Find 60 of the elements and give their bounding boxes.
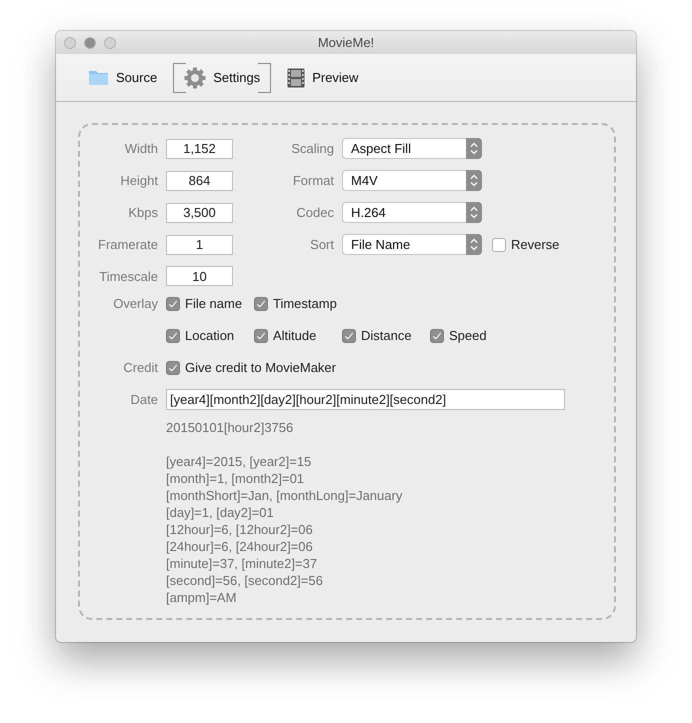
- popup-label: Codec: [295, 205, 334, 220]
- checkbox-label: Timestamp: [273, 296, 337, 311]
- minimize-button[interactable]: [84, 37, 96, 49]
- popup-label: Scaling: [290, 141, 334, 156]
- popup-button[interactable]: H.264: [342, 202, 482, 223]
- checkbox-label: Give credit to MovieMaker: [185, 360, 336, 375]
- number-field[interactable]: 1,152: [166, 138, 233, 158]
- date-label: Date: [130, 392, 158, 407]
- checkbox[interactable]: [342, 328, 356, 342]
- toolbar-tab[interactable]: Source: [78, 62, 168, 92]
- token-legend-line: [minute]=37, [minute2]=37: [166, 555, 318, 572]
- token-legend-line: [24hour]=6, [24hour2]=06: [166, 538, 314, 555]
- popup-label: Format: [292, 173, 334, 188]
- film-icon: [287, 68, 306, 88]
- credit-label: Credit: [122, 360, 158, 375]
- number-field[interactable]: 10: [166, 266, 233, 286]
- stepper-icon: [466, 202, 482, 223]
- stepper-icon: [466, 170, 482, 191]
- number-field[interactable]: 1: [166, 234, 233, 254]
- overlay-label: Overlay: [112, 296, 158, 311]
- checkbox[interactable]: [492, 238, 506, 252]
- token-legend-line: [day]=1, [day2]=01: [166, 504, 275, 521]
- popup-button[interactable]: M4V: [342, 170, 482, 191]
- checkbox[interactable]: [166, 328, 180, 342]
- date-format-field[interactable]: [year4][month2][day2][hour2][minute2][second2]: [166, 389, 565, 410]
- toolbar-tab[interactable]: Settings: [173, 62, 272, 92]
- checkbox[interactable]: [166, 296, 180, 310]
- checkbox-label: File name: [185, 296, 242, 311]
- date-preview: 20150101[hour2]3756: [166, 419, 294, 436]
- token-legend-line: [second]=56, [second2]=56: [166, 572, 324, 589]
- token-legend-line: [month]=1, [month2]=01: [166, 470, 306, 487]
- checkbox[interactable]: [254, 296, 268, 310]
- stepper-icon: [466, 234, 482, 255]
- token-legend-line: [year4]=2015, [year2]=15: [166, 453, 312, 470]
- field-label: Width: [124, 141, 158, 156]
- checkbox-label: Location: [185, 328, 234, 343]
- token-legend-line: [ampm]=AM: [166, 589, 238, 606]
- token-legend-line: [monthShort]=Jan, [monthLong]=January: [166, 487, 404, 504]
- toolbar-tab[interactable]: Preview: [277, 62, 368, 92]
- checkbox-label: Altitude: [273, 328, 316, 343]
- checkbox[interactable]: [166, 360, 180, 374]
- popup-button[interactable]: Aspect Fill: [342, 138, 482, 159]
- checkbox-label: Distance: [361, 328, 412, 343]
- folder-icon: [88, 69, 109, 86]
- token-legend-line: [12hour]=6, [12hour2]=06: [166, 521, 314, 538]
- popup-label: Sort: [309, 237, 334, 252]
- field-label: Framerate: [97, 237, 158, 252]
- gear-icon: [184, 66, 206, 88]
- popup-button[interactable]: File Name: [342, 234, 482, 255]
- checkbox-label: Speed: [449, 328, 487, 343]
- number-field[interactable]: 3,500: [166, 202, 233, 222]
- checkbox[interactable]: [254, 328, 268, 342]
- field-label: Kbps: [127, 205, 158, 220]
- window-title: MovieMe!: [318, 35, 374, 50]
- stepper-icon: [466, 138, 482, 159]
- field-label: Timescale: [98, 268, 158, 284]
- number-field[interactable]: 864: [166, 170, 233, 190]
- checkbox-label: Reverse: [511, 237, 560, 252]
- checkbox[interactable]: [430, 328, 444, 342]
- field-label: Height: [119, 173, 158, 188]
